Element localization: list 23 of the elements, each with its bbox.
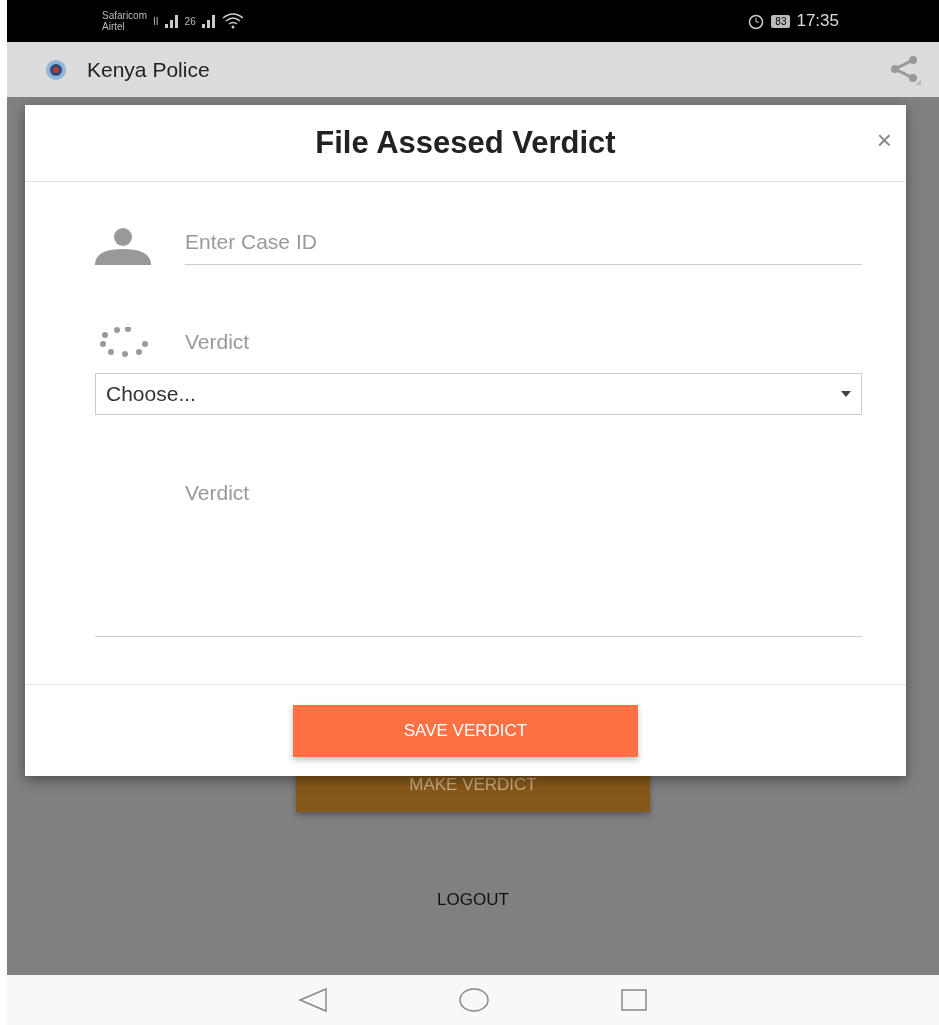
- logout-link[interactable]: LOGOUT: [437, 890, 509, 910]
- battery-level: 83: [771, 14, 791, 28]
- signal-icon: [164, 14, 179, 28]
- back-icon[interactable]: [298, 987, 328, 1013]
- verdict-label: Verdict: [185, 330, 250, 354]
- save-verdict-button[interactable]: SAVE VERDICT: [293, 705, 638, 757]
- verdict-dropdown[interactable]: Choose...: [95, 373, 862, 415]
- app-title: Kenya Police: [87, 57, 211, 82]
- network-type-label: 26: [184, 15, 196, 27]
- carrier-name: Safaricom: [102, 10, 147, 21]
- caret-icon: [841, 391, 851, 397]
- signal-icon: [201, 14, 216, 28]
- sim-label: II: [153, 15, 159, 27]
- close-button[interactable]: ×: [874, 125, 894, 156]
- wifi-icon: [221, 13, 244, 29]
- recents-icon[interactable]: [620, 987, 648, 1013]
- carrier-name: Airtel: [102, 21, 126, 32]
- modal-title: File Assesed Verdict: [315, 125, 616, 161]
- alarm-icon: [747, 12, 766, 30]
- badge-logo-icon: [45, 58, 67, 81]
- clock: 17:35: [796, 11, 839, 31]
- home-icon[interactable]: [458, 987, 490, 1013]
- person-icon: [95, 227, 151, 265]
